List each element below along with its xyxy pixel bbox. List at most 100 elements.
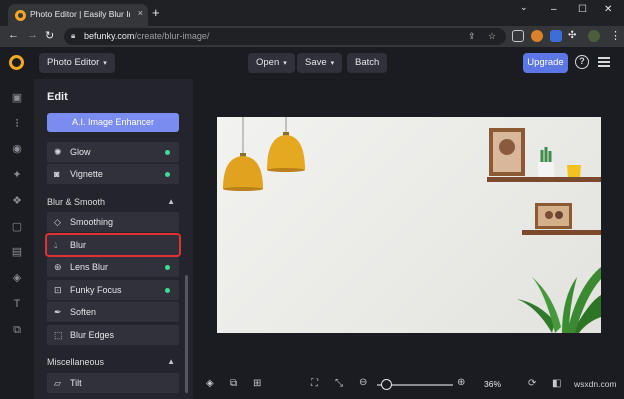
- list-item-lens-blur[interactable]: ⊛ Lens Blur: [47, 257, 179, 277]
- photo-lower-face-2: [555, 211, 563, 219]
- eye-icon[interactable]: ◉: [11, 143, 23, 155]
- chevron-down-icon: ▾: [103, 60, 107, 67]
- save-button[interactable]: Save ▾: [297, 53, 343, 73]
- section-header-blur-smooth[interactable]: Blur & Smooth ▲: [47, 197, 179, 207]
- list-item-tilt[interactable]: ▱ Tilt: [47, 373, 179, 393]
- feather-icon: ✒: [54, 307, 62, 317]
- image-icon[interactable]: ▣: [11, 92, 23, 104]
- potted-plant: [517, 267, 601, 333]
- tab-title: Photo Editor | Easily Blur Images: [30, 9, 130, 19]
- list-item-label: Lens Blur: [70, 262, 109, 272]
- section-header-miscellaneous[interactable]: Miscellaneous ▲: [47, 357, 179, 367]
- focus-icon: ⊡: [54, 285, 62, 295]
- puzzle-icon[interactable]: ✣: [568, 30, 576, 41]
- app-window: Photo Editor | Easily Blur Images × + ⌄ …: [0, 0, 624, 399]
- share-icon[interactable]: ⇪: [468, 31, 476, 42]
- lock-icon: 🔒︎: [71, 31, 76, 40]
- zoom-slider-knob[interactable]: [381, 379, 393, 390]
- ai-image-enhancer-button[interactable]: A.I. Image Enhancer: [47, 113, 179, 132]
- open-label: Open: [256, 57, 280, 68]
- effects-icon[interactable]: ✦: [11, 169, 23, 181]
- hamburger-menu-icon[interactable]: [598, 57, 610, 67]
- photo-canvas[interactable]: [217, 117, 601, 333]
- frames-icon[interactable]: ▢: [11, 221, 23, 233]
- tab-close-icon[interactable]: ×: [138, 8, 143, 18]
- actual-size-icon[interactable]: ⤡: [335, 378, 343, 390]
- grid-icon[interactable]: ⊞: [253, 378, 261, 390]
- lamp-shade-right: [267, 135, 305, 170]
- rotate-icon[interactable]: ⟳: [528, 378, 536, 390]
- list-item-label: Tilt: [70, 378, 82, 388]
- reload-icon[interactable]: ↻: [45, 29, 54, 42]
- aperture-icon: ⊛: [54, 262, 62, 272]
- list-item-label: Blur: [70, 240, 87, 250]
- extension-b-icon[interactable]: [550, 30, 562, 42]
- list-item-smoothing[interactable]: ◇ Smoothing: [47, 212, 179, 232]
- extension-icon[interactable]: [531, 30, 543, 42]
- layers-icon[interactable]: ◈: [206, 378, 214, 390]
- browser-tab[interactable]: Photo Editor | Easily Blur Images ×: [8, 4, 148, 26]
- tab-search-icon[interactable]: ⌄: [520, 2, 528, 13]
- list-item-blur-edges[interactable]: ⬚ Blur Edges: [47, 325, 179, 345]
- zoom-in-icon[interactable]: ⊕: [457, 377, 465, 389]
- lamp-rim-right: [267, 168, 305, 172]
- list-item-label: Blur Edges: [70, 330, 115, 340]
- canvas-area: [193, 79, 624, 369]
- list-item-blur[interactable]: 💧︎ Blur: [45, 233, 181, 257]
- browser-tab-strip: Photo Editor | Easily Blur Images × + ⌄ …: [0, 0, 624, 26]
- chevron-down-icon: ▾: [330, 60, 335, 67]
- photo-editor-menu[interactable]: Photo Editor ▾: [39, 53, 115, 73]
- history-icon[interactable]: ⧉: [230, 378, 237, 390]
- befunky-logo[interactable]: [9, 55, 24, 70]
- close-window-button[interactable]: ✕: [604, 4, 612, 15]
- list-item-funky-focus[interactable]: ⊡ Funky Focus: [47, 280, 179, 300]
- app-header: Photo Editor ▾ Open ▾ Save ▾ Batch Upgrade …: [0, 47, 624, 79]
- droplet-icon: 💧︎: [54, 240, 58, 250]
- photo-upper-face: [499, 139, 515, 155]
- list-item-soften[interactable]: ✒ Soften: [47, 302, 179, 322]
- list-item-glow[interactable]: ✺ Glow: [47, 142, 179, 162]
- url-path: /create/blur-image/: [134, 31, 210, 41]
- batch-button[interactable]: Batch: [347, 53, 388, 73]
- panel-title: Edit: [47, 91, 68, 103]
- edit-sliders-icon[interactable]: ⫶: [11, 118, 23, 130]
- lower-shelf: [522, 230, 601, 235]
- forward-icon[interactable]: →: [27, 29, 38, 41]
- yellow-mug: [567, 165, 581, 177]
- address-bar[interactable]: 🔒︎ befunky.com/create/blur-image/ ⇪ ☆: [64, 28, 506, 45]
- chevron-down-icon: ▾: [283, 60, 287, 67]
- browser-menu-icon[interactable]: ⋮: [610, 29, 621, 42]
- open-button[interactable]: Open ▾: [248, 53, 295, 73]
- list-item-label: Soften: [70, 307, 97, 317]
- artsy-icon[interactable]: ❖: [11, 195, 23, 207]
- plant-pot: [538, 162, 554, 177]
- graphics-icon[interactable]: ◈: [11, 272, 23, 284]
- photo-lower-face-1: [545, 211, 553, 219]
- url-text: befunky.com/create/blur-image/: [84, 31, 209, 41]
- overlays-icon[interactable]: ▤: [11, 246, 23, 258]
- minimize-button[interactable]: –: [551, 4, 557, 15]
- help-icon[interactable]: ?: [575, 55, 589, 69]
- list-item-vignette[interactable]: ◙ Vignette: [47, 164, 179, 184]
- compare-icon[interactable]: ◧: [552, 378, 561, 390]
- text-icon[interactable]: T: [11, 298, 23, 310]
- zoom-out-icon[interactable]: ⊖: [359, 377, 367, 389]
- list-item-label: Vignette: [70, 169, 103, 179]
- tilt-icon: ▱: [54, 378, 61, 388]
- textures-icon[interactable]: ⧉: [11, 324, 23, 336]
- diamond-icon: ◇: [54, 217, 61, 227]
- premium-dot: [165, 172, 170, 177]
- list-item-label: Funky Focus: [70, 285, 122, 295]
- bottom-toolbar: ◈ ⧉ ⊞ ⛶ ⤡ ⊖ ⊕ 36% ⟳ ◧ wsxdn.com: [193, 369, 624, 399]
- back-icon[interactable]: ←: [8, 29, 19, 41]
- new-tab-button[interactable]: +: [152, 6, 160, 19]
- cast-icon[interactable]: [512, 30, 524, 42]
- photo-editor-label: Photo Editor: [47, 57, 100, 68]
- bookmark-star-icon[interactable]: ☆: [488, 31, 496, 42]
- maximize-button[interactable]: ☐: [578, 4, 587, 15]
- room-illustration: [223, 117, 601, 333]
- panel-scrollbar[interactable]: [185, 275, 188, 393]
- upgrade-button[interactable]: Upgrade: [523, 53, 568, 73]
- fit-screen-icon[interactable]: ⛶: [311, 378, 318, 390]
- profile-avatar[interactable]: [588, 30, 600, 42]
